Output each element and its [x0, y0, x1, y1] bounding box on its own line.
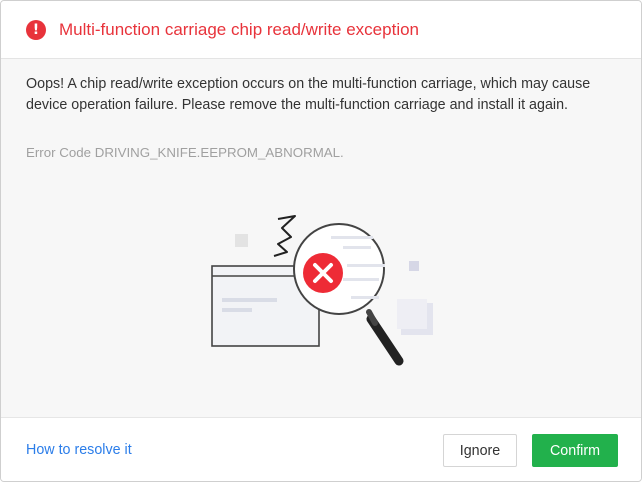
- error-exclamation-icon: !: [26, 19, 46, 40]
- crack-icon: [273, 215, 296, 257]
- magnifier-error-icon: [211, 215, 433, 366]
- error-dialog: ! Multi-function carriage chip read/writ…: [0, 0, 642, 482]
- decor-square: [235, 234, 248, 247]
- ignore-button[interactable]: Ignore: [443, 434, 517, 467]
- error-message: Oops! A chip read/write exception occurs…: [26, 76, 591, 113]
- confirm-button[interactable]: Confirm: [532, 434, 618, 467]
- dialog-header: ! Multi-function carriage chip read/writ…: [1, 1, 641, 59]
- error-code: Error Code DRIVING_KNIFE.EEPROM_ABNORMAL…: [26, 145, 344, 160]
- dialog-title: Multi-function carriage chip read/write …: [59, 19, 420, 39]
- dialog-footer: How to resolve it Ignore Confirm: [1, 417, 641, 481]
- how-to-resolve-link[interactable]: How to resolve it: [26, 442, 132, 458]
- decor-square: [397, 299, 427, 329]
- decor-square: [409, 261, 419, 271]
